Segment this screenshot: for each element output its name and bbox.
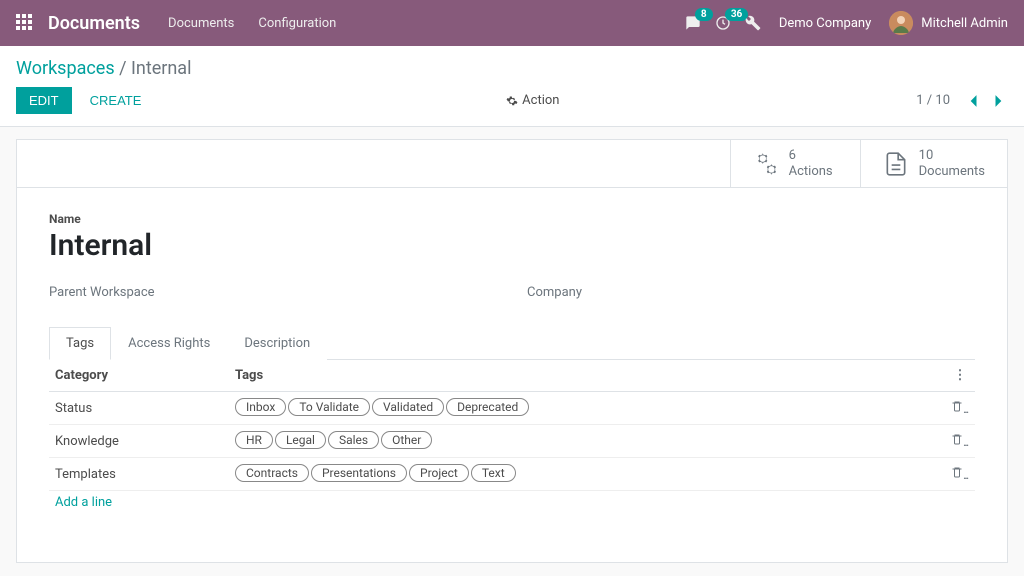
stat-documents-button[interactable]: 10 Documents bbox=[860, 140, 1007, 187]
tag-pill[interactable]: To Validate bbox=[288, 398, 370, 416]
app-brand[interactable]: Documents bbox=[48, 13, 140, 34]
gears-icon bbox=[753, 151, 779, 177]
breadcrumb-sep: / bbox=[115, 58, 131, 79]
create-button[interactable]: CREATE bbox=[82, 88, 150, 113]
tags-table: Category Tags ⋮ StatusInboxTo ValidateVa… bbox=[49, 360, 975, 516]
tags-cell: HRLegalSalesOther bbox=[229, 425, 945, 458]
col-category: Category bbox=[49, 360, 229, 392]
edit-button[interactable]: EDIT bbox=[16, 87, 72, 114]
name-label: Name bbox=[49, 212, 975, 226]
tabs: Tags Access Rights Description bbox=[49, 326, 975, 360]
pager[interactable]: 1 / 10 bbox=[916, 93, 950, 108]
tag-pill[interactable]: Presentations bbox=[311, 464, 407, 482]
tags-cell: ContractsPresentationsProjectText bbox=[229, 458, 945, 491]
table-row[interactable]: KnowledgeHRLegalSalesOther... bbox=[49, 425, 975, 458]
delete-row-button[interactable]: ... bbox=[945, 425, 975, 458]
category-cell: Knowledge bbox=[49, 425, 229, 458]
tag-pill[interactable]: Text bbox=[471, 464, 516, 482]
add-line-button[interactable]: Add a line bbox=[49, 491, 975, 517]
top-navbar: Documents Documents Configuration 8 36 D… bbox=[0, 0, 1024, 46]
tag-pill[interactable]: Deprecated bbox=[446, 398, 529, 416]
tag-pill[interactable]: Validated bbox=[372, 398, 444, 416]
tab-description[interactable]: Description bbox=[227, 327, 327, 360]
delete-row-button[interactable]: ... bbox=[945, 392, 975, 425]
gear-icon bbox=[506, 95, 518, 107]
tag-pill[interactable]: Project bbox=[409, 464, 469, 482]
trash-icon bbox=[951, 399, 963, 413]
trash-icon bbox=[951, 432, 963, 446]
control-panel: Workspaces / Internal EDIT CREATE Action… bbox=[0, 46, 1024, 127]
company-switcher[interactable]: Demo Company bbox=[779, 16, 871, 31]
avatar bbox=[889, 11, 913, 35]
action-dropdown[interactable]: Action bbox=[506, 93, 559, 108]
activities-tray[interactable]: 36 bbox=[715, 15, 731, 31]
table-row[interactable]: StatusInboxTo ValidateValidatedDeprecate… bbox=[49, 392, 975, 425]
breadcrumb: Workspaces / Internal bbox=[16, 58, 1008, 79]
chevron-left-icon bbox=[968, 94, 978, 108]
category-cell: Templates bbox=[49, 458, 229, 491]
tags-cell: InboxTo ValidateValidatedDeprecated bbox=[229, 392, 945, 425]
form-background: 6 Actions 10 Documents Name Internal Par… bbox=[0, 127, 1024, 576]
debug-tray[interactable] bbox=[745, 15, 761, 31]
stat-actions-button[interactable]: 6 Actions bbox=[730, 140, 860, 187]
nav-configuration[interactable]: Configuration bbox=[258, 16, 336, 31]
tab-tags[interactable]: Tags bbox=[49, 327, 111, 360]
tag-pill[interactable]: HR bbox=[235, 431, 273, 449]
parent-workspace-label: Parent Workspace bbox=[49, 285, 497, 300]
tag-pill[interactable]: Sales bbox=[328, 431, 379, 449]
tag-pill[interactable]: Legal bbox=[275, 431, 326, 449]
tag-pill[interactable]: Other bbox=[381, 431, 432, 449]
chevron-right-icon bbox=[994, 94, 1004, 108]
nav-documents[interactable]: Documents bbox=[168, 16, 234, 31]
breadcrumb-root[interactable]: Workspaces bbox=[16, 58, 115, 79]
stat-documents-count: 10 bbox=[919, 148, 985, 164]
messages-tray[interactable]: 8 bbox=[685, 15, 701, 31]
col-tags: Tags bbox=[229, 360, 945, 392]
pager-prev[interactable] bbox=[964, 92, 982, 110]
pager-next[interactable] bbox=[990, 92, 1008, 110]
breadcrumb-current: Internal bbox=[131, 58, 191, 79]
category-cell: Status bbox=[49, 392, 229, 425]
company-label: Company bbox=[527, 285, 975, 300]
name-value: Internal bbox=[49, 228, 975, 263]
wrench-icon bbox=[745, 15, 761, 31]
tag-pill[interactable]: Inbox bbox=[235, 398, 286, 416]
user-name: Mitchell Admin bbox=[921, 16, 1008, 31]
form-sheet: 6 Actions 10 Documents Name Internal Par… bbox=[16, 139, 1008, 563]
stat-documents-label: Documents bbox=[919, 164, 985, 180]
action-label: Action bbox=[522, 93, 559, 108]
stat-buttons-row: 6 Actions 10 Documents bbox=[17, 140, 1007, 188]
messages-badge: 8 bbox=[695, 8, 713, 21]
user-menu[interactable]: Mitchell Admin bbox=[889, 11, 1008, 35]
apps-icon[interactable] bbox=[16, 14, 34, 32]
tab-access-rights[interactable]: Access Rights bbox=[111, 327, 227, 360]
trash-icon bbox=[951, 465, 963, 479]
stat-actions-label: Actions bbox=[789, 164, 833, 180]
file-icon bbox=[883, 151, 909, 177]
optional-columns-button[interactable]: ⋮ bbox=[945, 360, 975, 392]
stat-actions-count: 6 bbox=[789, 148, 833, 164]
delete-row-button[interactable]: ... bbox=[945, 458, 975, 491]
table-row[interactable]: TemplatesContractsPresentationsProjectTe… bbox=[49, 458, 975, 491]
tag-pill[interactable]: Contracts bbox=[235, 464, 309, 482]
